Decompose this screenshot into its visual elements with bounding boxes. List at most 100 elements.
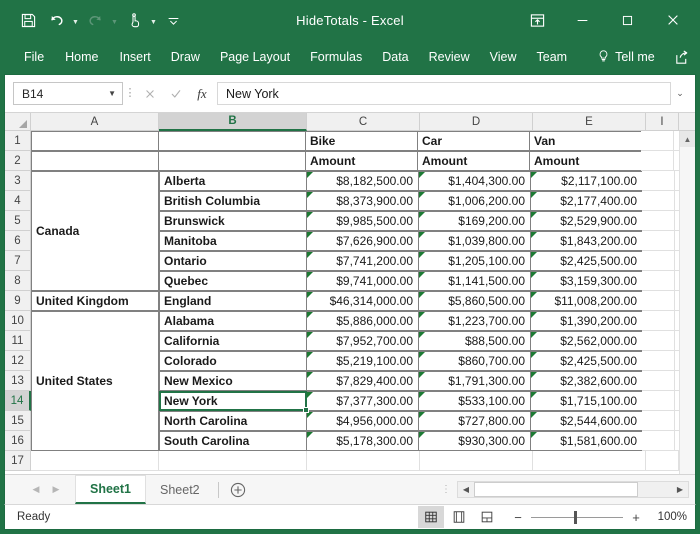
cell-b16[interactable]: South Carolina	[159, 431, 307, 451]
cell-c15[interactable]: $4,956,000.00	[306, 411, 419, 431]
cell-c10[interactable]: $5,886,000.00	[306, 311, 419, 331]
cell-i11[interactable]	[642, 331, 675, 351]
row-header-7[interactable]: 7	[5, 251, 31, 271]
cell-d10[interactable]: $1,223,700.00	[418, 311, 531, 331]
cell-i14[interactable]	[642, 391, 675, 411]
cell-c7[interactable]: $7,741,200.00	[306, 251, 419, 271]
cell-c11[interactable]: $7,952,700.00	[306, 331, 419, 351]
cell-b3[interactable]: Alberta	[159, 171, 307, 191]
cell-i15[interactable]	[642, 411, 675, 431]
cell-d2[interactable]: Amount	[417, 151, 530, 171]
row-header-4[interactable]: 4	[5, 191, 31, 211]
cell-a2[interactable]	[31, 151, 159, 171]
cell-d3[interactable]: $1,404,300.00	[418, 171, 531, 191]
maximize-button[interactable]	[605, 3, 650, 37]
row-header-15[interactable]: 15	[5, 411, 31, 431]
cell-i16[interactable]	[642, 431, 675, 451]
row-header-17[interactable]: 17	[5, 451, 31, 471]
scroll-split-grip[interactable]: ⋮	[435, 488, 457, 492]
merged-country-cell[interactable]: Canada	[31, 171, 159, 291]
ribbon-tab-file[interactable]: File	[14, 40, 54, 74]
cell-e8[interactable]: $3,159,300.00	[530, 271, 643, 291]
column-header-e[interactable]: E	[533, 113, 646, 131]
cell-e17[interactable]	[533, 451, 646, 471]
next-sheet-button[interactable]: ▶	[47, 480, 65, 500]
row-header-5[interactable]: 5	[5, 211, 31, 231]
cell-i12[interactable]	[642, 351, 675, 371]
cell-c16[interactable]: $5,178,300.00	[306, 431, 419, 451]
cell-d17[interactable]	[420, 451, 533, 471]
zoom-in-button[interactable]: +	[630, 510, 642, 525]
cell-b14[interactable]: New York	[159, 391, 307, 411]
page-break-preview-button[interactable]	[474, 506, 500, 528]
cell-d16[interactable]: $930,300.00	[418, 431, 531, 451]
cell-a17[interactable]	[31, 451, 159, 471]
column-header-a[interactable]: A	[31, 113, 159, 131]
cell-i3[interactable]	[642, 171, 675, 191]
row-header-9[interactable]: 9	[5, 291, 31, 311]
zoom-out-button[interactable]: −	[512, 510, 524, 525]
ribbon-tab-insert[interactable]: Insert	[110, 40, 161, 74]
row-header-3[interactable]: 3	[5, 171, 31, 191]
name-box[interactable]: B14 ▼	[13, 82, 123, 105]
cell-e11[interactable]: $2,562,000.00	[530, 331, 643, 351]
cell-d1[interactable]: Car	[417, 131, 530, 151]
cell-c12[interactable]: $5,219,100.00	[306, 351, 419, 371]
column-header-i[interactable]: I	[646, 113, 679, 131]
row-header-16[interactable]: 16	[5, 431, 31, 451]
tell-me-box[interactable]: Tell me	[591, 40, 661, 74]
insert-function-button[interactable]: fx	[189, 82, 215, 106]
cell-c3[interactable]: $8,182,500.00	[306, 171, 419, 191]
merged-country-cell[interactable]: United Kingdom	[31, 291, 159, 311]
row-header-13[interactable]: 13	[5, 371, 31, 391]
row-header-11[interactable]: 11	[5, 331, 31, 351]
row-header-8[interactable]: 8	[5, 271, 31, 291]
undo-button[interactable]	[42, 7, 70, 33]
zoom-slider[interactable]	[531, 517, 623, 518]
close-button[interactable]	[650, 3, 696, 37]
cell-b11[interactable]: California	[159, 331, 307, 351]
cell-b2[interactable]	[158, 151, 306, 171]
cell-b12[interactable]: Colorado	[159, 351, 307, 371]
cell-d5[interactable]: $169,200.00	[418, 211, 531, 231]
cell-e7[interactable]: $2,425,500.00	[530, 251, 643, 271]
scroll-right-button[interactable]: ▶	[672, 482, 688, 497]
cell-e16[interactable]: $1,581,600.00	[530, 431, 643, 451]
cell-b15[interactable]: North Carolina	[159, 411, 307, 431]
row-header-10[interactable]: 10	[5, 311, 31, 331]
sheet-tab-sheet2[interactable]: Sheet2	[146, 475, 214, 504]
cell-b10[interactable]: Alabama	[159, 311, 307, 331]
cell-d4[interactable]: $1,006,200.00	[418, 191, 531, 211]
sheet-tab-sheet1[interactable]: Sheet1	[75, 475, 146, 504]
cell-i7[interactable]	[642, 251, 675, 271]
cell-i4[interactable]	[642, 191, 675, 211]
column-header-b[interactable]: B	[159, 113, 307, 131]
scroll-up-button[interactable]: ▲	[680, 131, 695, 147]
cell-b5[interactable]: Brunswick	[159, 211, 307, 231]
ribbon-display-options-button[interactable]	[515, 3, 560, 37]
cell-b6[interactable]: Manitoba	[159, 231, 307, 251]
ribbon-tab-home[interactable]: Home	[54, 40, 109, 74]
cell-c17[interactable]	[307, 451, 420, 471]
cell-b8[interactable]: Quebec	[159, 271, 307, 291]
cell-i6[interactable]	[642, 231, 675, 251]
horizontal-scrollbar[interactable]: ◀ ▶	[457, 481, 689, 498]
cell-i2[interactable]	[641, 151, 674, 171]
previous-sheet-button[interactable]: ◀	[27, 480, 45, 500]
cell-i8[interactable]	[642, 271, 675, 291]
customize-qat-button[interactable]	[159, 7, 187, 33]
cell-d15[interactable]: $727,800.00	[418, 411, 531, 431]
cell-i9[interactable]	[642, 291, 675, 311]
cell-e6[interactable]: $1,843,200.00	[530, 231, 643, 251]
horizontal-scroll-thumb[interactable]	[474, 482, 638, 497]
normal-view-button[interactable]	[418, 506, 444, 528]
ribbon-tab-page-layout[interactable]: Page Layout	[210, 40, 300, 74]
share-button[interactable]	[669, 40, 695, 74]
select-all-button[interactable]	[5, 113, 31, 131]
column-header-d[interactable]: D	[420, 113, 533, 131]
cell-d9[interactable]: $5,860,500.00	[418, 291, 531, 311]
cell-c1[interactable]: Bike	[305, 131, 418, 151]
fill-handle[interactable]	[303, 407, 309, 413]
row-header-1[interactable]: 1	[5, 131, 31, 151]
cell-e13[interactable]: $2,382,600.00	[530, 371, 643, 391]
